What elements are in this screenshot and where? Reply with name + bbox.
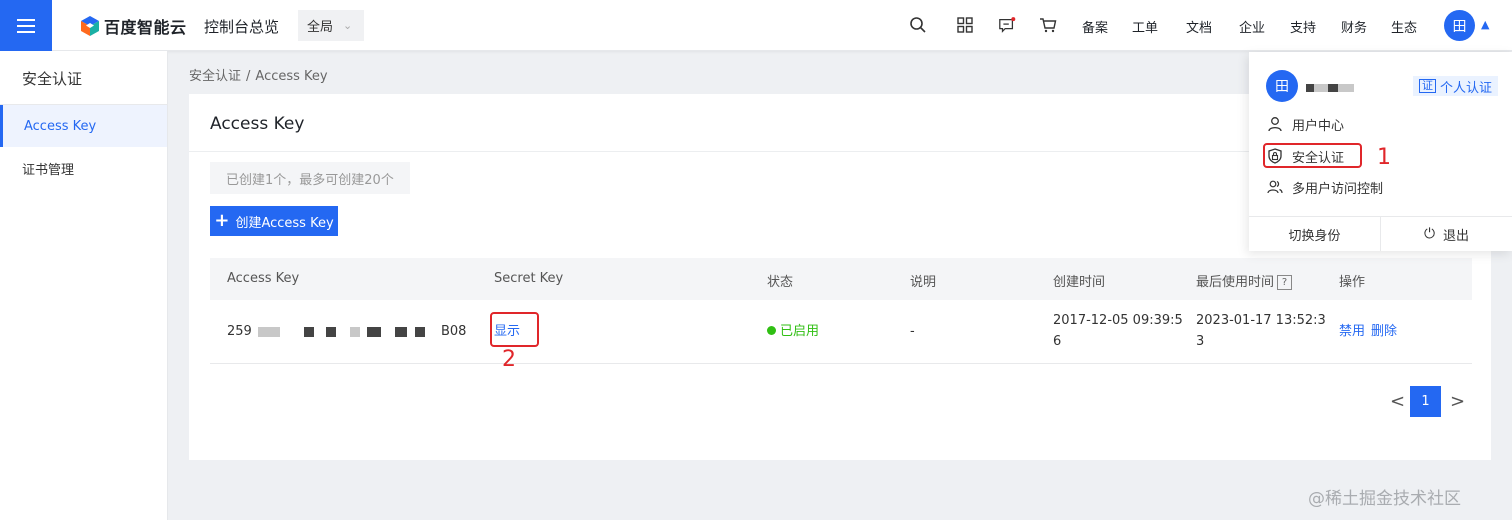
sidebar-item-certificates[interactable]: 证书管理: [0, 147, 167, 189]
redaction-mask: [1338, 83, 1354, 92]
create-button-label: 创建Access Key: [235, 215, 334, 231]
column-header-created: 创建时间: [1053, 275, 1106, 290]
status-dot-icon: [767, 326, 776, 335]
annotation-box-2: [490, 312, 539, 347]
last-used-label: 最后使用时间: [1196, 275, 1275, 290]
column-header-status: 状态: [767, 275, 794, 290]
pagination-prev-button[interactable]: <: [1390, 391, 1405, 412]
id-card-icon: 证: [1419, 79, 1436, 93]
user-dropdown-menu: 田 证 个人认证 用户中心 安全认证 多用户访问控制 1 切换身份 ⏻ 退出: [1249, 52, 1512, 251]
hamburger-menu-button[interactable]: [0, 0, 52, 51]
delete-link[interactable]: 删除: [1371, 321, 1397, 342]
redaction-mask: [326, 326, 337, 337]
message-icon[interactable]: [998, 16, 1016, 34]
table-row: 259 B08 显示 已启用 - 2017-12-05 09:39:5 6 20…: [210, 300, 1472, 364]
column-header-actions: 操作: [1339, 275, 1366, 290]
caret-up-icon[interactable]: ▲: [1481, 18, 1489, 31]
redacted-username: [1306, 80, 1354, 95]
redaction-mask: [394, 326, 407, 337]
nav-ecosystem[interactable]: 生态: [1391, 17, 1417, 36]
quota-tip: 已创建1个，最多可创建20个: [210, 162, 410, 194]
last-used-line2: 3: [1196, 334, 1205, 349]
access-key-table: Access Key Secret Key 状态 说明 创建时间 最后使用时间?…: [210, 258, 1472, 364]
apps-grid-icon[interactable]: [956, 16, 974, 34]
breadcrumb: 安全认证 / Access Key: [189, 65, 328, 84]
last-used-time: 2023-01-17 13:52:3 3: [1196, 310, 1326, 352]
nav-beian[interactable]: 备案: [1082, 17, 1108, 36]
personal-verification-badge[interactable]: 证 个人认证: [1413, 76, 1499, 96]
created-time-line1: 2017-12-05 09:39:5: [1053, 313, 1183, 328]
cube-logo-icon: [81, 16, 99, 36]
redaction-mask: [1314, 83, 1328, 92]
switch-identity-button[interactable]: 切换身份: [1249, 217, 1380, 251]
redaction-mask: [366, 326, 381, 337]
sidebar-title: 安全认证: [22, 70, 83, 88]
sidebar: 安全认证 Access Key 证书管理: [0, 51, 168, 520]
access-key-prefix: 259: [227, 324, 252, 339]
nav-docs[interactable]: 文档: [1186, 17, 1212, 36]
users-icon: [1267, 180, 1283, 194]
disable-link[interactable]: 禁用: [1339, 321, 1365, 342]
verification-label: 个人认证: [1440, 80, 1493, 96]
description-value: -: [910, 324, 915, 339]
nav-tickets[interactable]: 工单: [1132, 17, 1158, 36]
chevron-down-icon: ⌄: [343, 19, 353, 32]
user-center-label: 用户中心: [1292, 118, 1345, 134]
search-icon[interactable]: [909, 16, 927, 34]
help-icon[interactable]: ?: [1277, 275, 1293, 290]
annotation-number-2: 2: [502, 347, 516, 372]
table-header: Access Key Secret Key 状态 说明 创建时间 最后使用时间?…: [210, 258, 1472, 300]
redaction-mask: [304, 326, 315, 337]
breadcrumb-parent[interactable]: 安全认证: [189, 69, 241, 84]
pagination-next-button[interactable]: >: [1450, 391, 1465, 412]
access-key-value: 259 B08: [227, 321, 466, 342]
redaction-mask: [350, 326, 361, 337]
region-select[interactable]: 全局 ⌄: [298, 10, 364, 41]
cart-icon[interactable]: [1039, 16, 1057, 34]
column-header-access-key: Access Key: [227, 271, 300, 286]
user-avatar[interactable]: 田: [1444, 10, 1475, 41]
create-access-key-button[interactable]: + 创建Access Key: [210, 206, 338, 236]
column-header-secret-key: Secret Key: [494, 271, 564, 286]
dropdown-avatar: 田: [1266, 70, 1298, 102]
power-icon: ⏻: [1423, 226, 1436, 242]
hamburger-icon: [17, 18, 35, 33]
redaction-mask: [1306, 83, 1314, 92]
column-header-last-used: 最后使用时间?: [1196, 271, 1293, 290]
redaction-mask: [1328, 83, 1338, 92]
top-bar: 百度智能云 控制台总览 全局 ⌄ 备案 工单 文档 企业 支持 财务 生态 田 …: [0, 0, 1512, 51]
nav-support[interactable]: 支持: [1290, 17, 1316, 36]
last-used-line1: 2023-01-17 13:52:3: [1196, 313, 1326, 328]
menu-item-iam[interactable]: 多用户访问控制: [1267, 176, 1383, 198]
sidebar-item-access-key[interactable]: Access Key: [0, 105, 167, 147]
status-badge: 已启用: [767, 321, 819, 342]
pagination-page-1[interactable]: 1: [1410, 386, 1441, 417]
breadcrumb-current: Access Key: [255, 69, 328, 84]
access-key-suffix: B08: [440, 324, 467, 339]
region-value: 全局: [307, 20, 334, 35]
breadcrumb-separator: /: [246, 69, 251, 84]
dropdown-footer: 切换身份 ⏻ 退出: [1249, 216, 1512, 251]
brand-logo[interactable]: 百度智能云: [80, 14, 187, 38]
watermark-text: @稀土掘金技术社区: [1308, 489, 1461, 509]
menu-item-user-center[interactable]: 用户中心: [1267, 113, 1344, 135]
console-overview-link[interactable]: 控制台总览: [204, 16, 279, 37]
created-time-line2: 6: [1053, 334, 1062, 349]
redaction-mask: [257, 326, 280, 337]
iam-label: 多用户访问控制: [1292, 181, 1384, 197]
page-title: Access Key: [210, 114, 305, 134]
annotation-box-1: [1263, 143, 1362, 168]
plus-icon: +: [214, 210, 230, 231]
user-icon: [1268, 117, 1282, 132]
nav-enterprise[interactable]: 企业: [1239, 17, 1265, 36]
status-text: 已启用: [780, 324, 820, 339]
logout-button[interactable]: ⏻ 退出: [1380, 217, 1512, 251]
nav-finance[interactable]: 财务: [1341, 17, 1367, 36]
logout-label: 退出: [1443, 228, 1470, 244]
redaction-mask: [414, 326, 425, 337]
annotation-number-1: 1: [1377, 145, 1391, 170]
created-time: 2017-12-05 09:39:5 6: [1053, 310, 1183, 352]
column-header-description: 说明: [910, 275, 937, 290]
brand-name: 百度智能云: [104, 18, 187, 37]
